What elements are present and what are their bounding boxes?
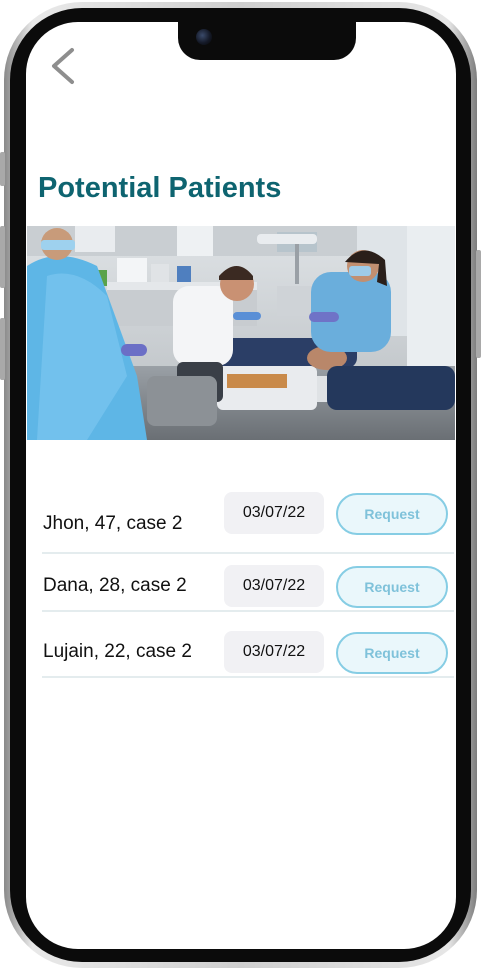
request-button[interactable]: Request — [336, 566, 448, 608]
patient-name: Dana, 28, case 2 — [43, 575, 187, 596]
volume-down-button — [0, 318, 5, 380]
patient-row: Jhon, 47, case 2 03/07/22 Request — [42, 488, 454, 554]
back-button[interactable] — [46, 44, 86, 88]
chevron-left-icon — [52, 48, 74, 84]
patient-row: Dana, 28, case 2 03/07/22 Request — [42, 546, 454, 612]
notch — [178, 22, 356, 60]
hero-image — [27, 226, 455, 440]
patient-date: 03/07/22 — [224, 631, 324, 673]
patient-name: Lujain, 22, case 2 — [43, 641, 192, 662]
volume-up-button — [0, 226, 5, 288]
request-button[interactable]: Request — [336, 632, 448, 674]
dental-clinic-photo — [27, 226, 455, 440]
front-camera — [196, 29, 212, 45]
patient-date: 03/07/22 — [224, 492, 324, 534]
power-button — [476, 250, 481, 358]
silent-switch — [0, 152, 5, 186]
screen: Potential Patients Jhon, 47, case 2 03/0… — [26, 22, 456, 949]
page-title: Potential Patients — [38, 172, 282, 204]
request-button[interactable]: Request — [336, 493, 448, 535]
patient-name: Jhon, 47, case 2 — [43, 513, 183, 534]
patient-date: 03/07/22 — [224, 565, 324, 607]
patient-row: Lujain, 22, case 2 03/07/22 Request — [42, 612, 454, 678]
